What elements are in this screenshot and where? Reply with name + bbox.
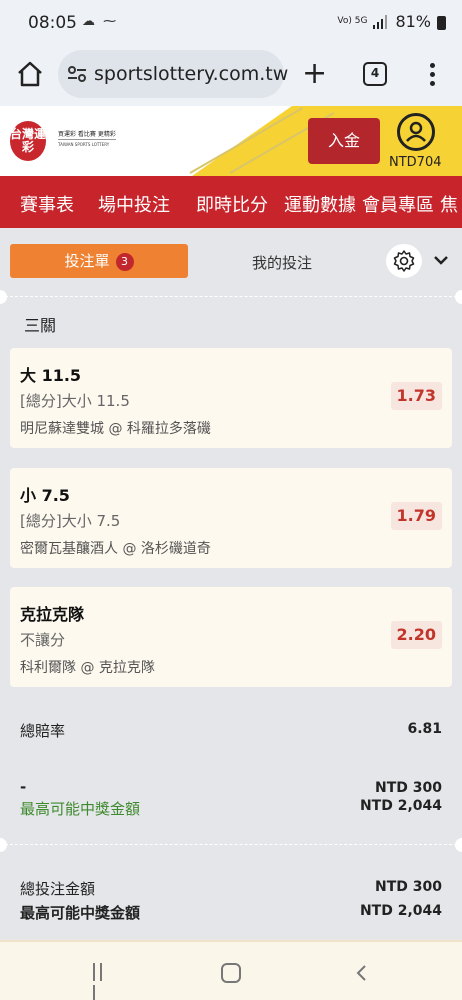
status-bar: 08:05 ☁ ⁓ Vo) 5G 81% [0,0,462,44]
browser-toolbar: sportslottery.com.tw + 4 [0,44,462,106]
tab-my-bets[interactable]: 我的投注 [212,252,352,273]
selection-match: 科利爾隊 @ 克拉克隊 [20,660,155,676]
site-logo[interactable]: 台灣運彩 [10,121,46,161]
selection-card: 小 7.5 [總分]大小 7.5 密爾瓦基釀酒人 @ 洛杉磯道奇 1.79 [10,468,452,568]
nav-schedule[interactable]: 賽事表 [20,191,74,217]
selection-match: 密爾瓦基釀酒人 @ 洛杉磯道奇 [20,541,211,557]
total-odds-value: 6.81 [407,721,442,737]
nav-sports-data[interactable]: 運動數據 [284,191,356,217]
chevron-down-icon[interactable] [433,254,449,266]
signal-icon [373,14,388,29]
selection-odds: 1.73 [390,382,442,410]
total-odds-label: 總賠率 [20,722,66,740]
selection-market: 不讓分 [20,631,66,649]
betslip-panel: 投注單 3 我的投注 三關 大 11.5 [總分]大小 11.5 明尼蘇達雙城 @… [0,228,462,940]
notch [0,838,7,852]
bet-type-label: 三關 [24,316,57,335]
account-icon[interactable] [397,113,435,151]
total-stake-value: NTD 300 [375,879,442,895]
home-button-icon[interactable] [221,963,241,983]
network-icon: Vo) 5G [337,16,368,26]
site-settings-icon[interactable] [66,63,88,85]
max-win-label: 最高可能中獎金額 [20,800,141,818]
logo-tagline: 買運彩 看比賽 更精彩 TAIWAN SPORTS LOTTERY [58,130,116,149]
nav-member-area[interactable]: 會員專區 [362,191,434,217]
selection-market: [總分]大小 7.5 [20,512,121,530]
selection-pick: 大 11.5 [20,366,82,385]
account-balance: NTD704 [389,155,442,170]
divider [0,296,462,297]
selection-market: [總分]大小 11.5 [20,392,130,410]
divider [0,844,462,845]
deposit-button[interactable]: 入金 [308,118,380,164]
clock: 08:05 [28,13,77,33]
more-menu-icon[interactable] [425,60,439,88]
battery-icon [437,15,446,30]
gear-icon [393,250,415,272]
max-win-label-summary: 最高可能中獎金額 [20,904,141,922]
nav-next-cut[interactable]: 焦 [440,191,458,217]
max-win-value: NTD 2,044 [359,798,442,814]
recents-icon[interactable] [93,963,113,1000]
selection-card: 克拉克隊 不讓分 科利爾隊 @ 克拉克隊 2.20 [10,587,452,687]
selection-pick: 克拉克隊 [20,605,85,624]
main-nav: 賽事表 場中投注 即時比分 運動數據 會員專區 焦 [0,176,462,228]
betslip-count-badge: 3 [115,253,134,271]
stake-dash: - [20,778,27,796]
notch [455,838,462,852]
tab-betslip[interactable]: 投注單 3 [10,244,188,278]
notch [455,290,462,304]
selection-pick: 小 7.5 [20,486,70,505]
stake-value: NTD 300 [375,780,442,796]
battery-level: 81% [395,12,431,31]
back-icon[interactable] [355,964,367,982]
total-stake-label: 總投注金額 [20,880,96,898]
status-right: Vo) 5G 81% [337,12,446,31]
tab-betslip-label: 投注單 [64,252,110,270]
selection-match: 明尼蘇達雙城 @ 科羅拉多落磯 [20,421,211,437]
logo-tagline-line2: TAIWAN SPORTS LOTTERY [58,139,116,149]
notification-icons: ☁ ⁓ [82,14,119,29]
selection-odds: 1.79 [390,502,442,530]
new-tab-icon[interactable]: + [302,59,327,89]
logo-tagline-line1: 買運彩 看比賽 更精彩 [58,131,116,138]
max-win-value-summary: NTD 2,044 [359,903,442,919]
nav-live-scores[interactable]: 即時比分 [196,191,268,217]
nav-live-betting[interactable]: 場中投注 [98,191,170,217]
system-nav-bar [0,940,462,1000]
selection-card: 大 11.5 [總分]大小 11.5 明尼蘇達雙城 @ 科羅拉多落磯 1.73 [10,348,452,448]
tab-switcher-icon[interactable]: 4 [363,62,387,86]
url-text: sportslottery.com.tw [94,63,289,85]
home-icon[interactable] [16,60,44,88]
settings-button[interactable] [386,244,422,278]
notch [0,290,7,304]
selection-odds: 2.20 [390,621,442,649]
site-header: 台灣運彩 買運彩 看比賽 更精彩 TAIWAN SPORTS LOTTERY 入… [0,106,462,176]
address-bar[interactable]: sportslottery.com.tw [58,50,288,98]
